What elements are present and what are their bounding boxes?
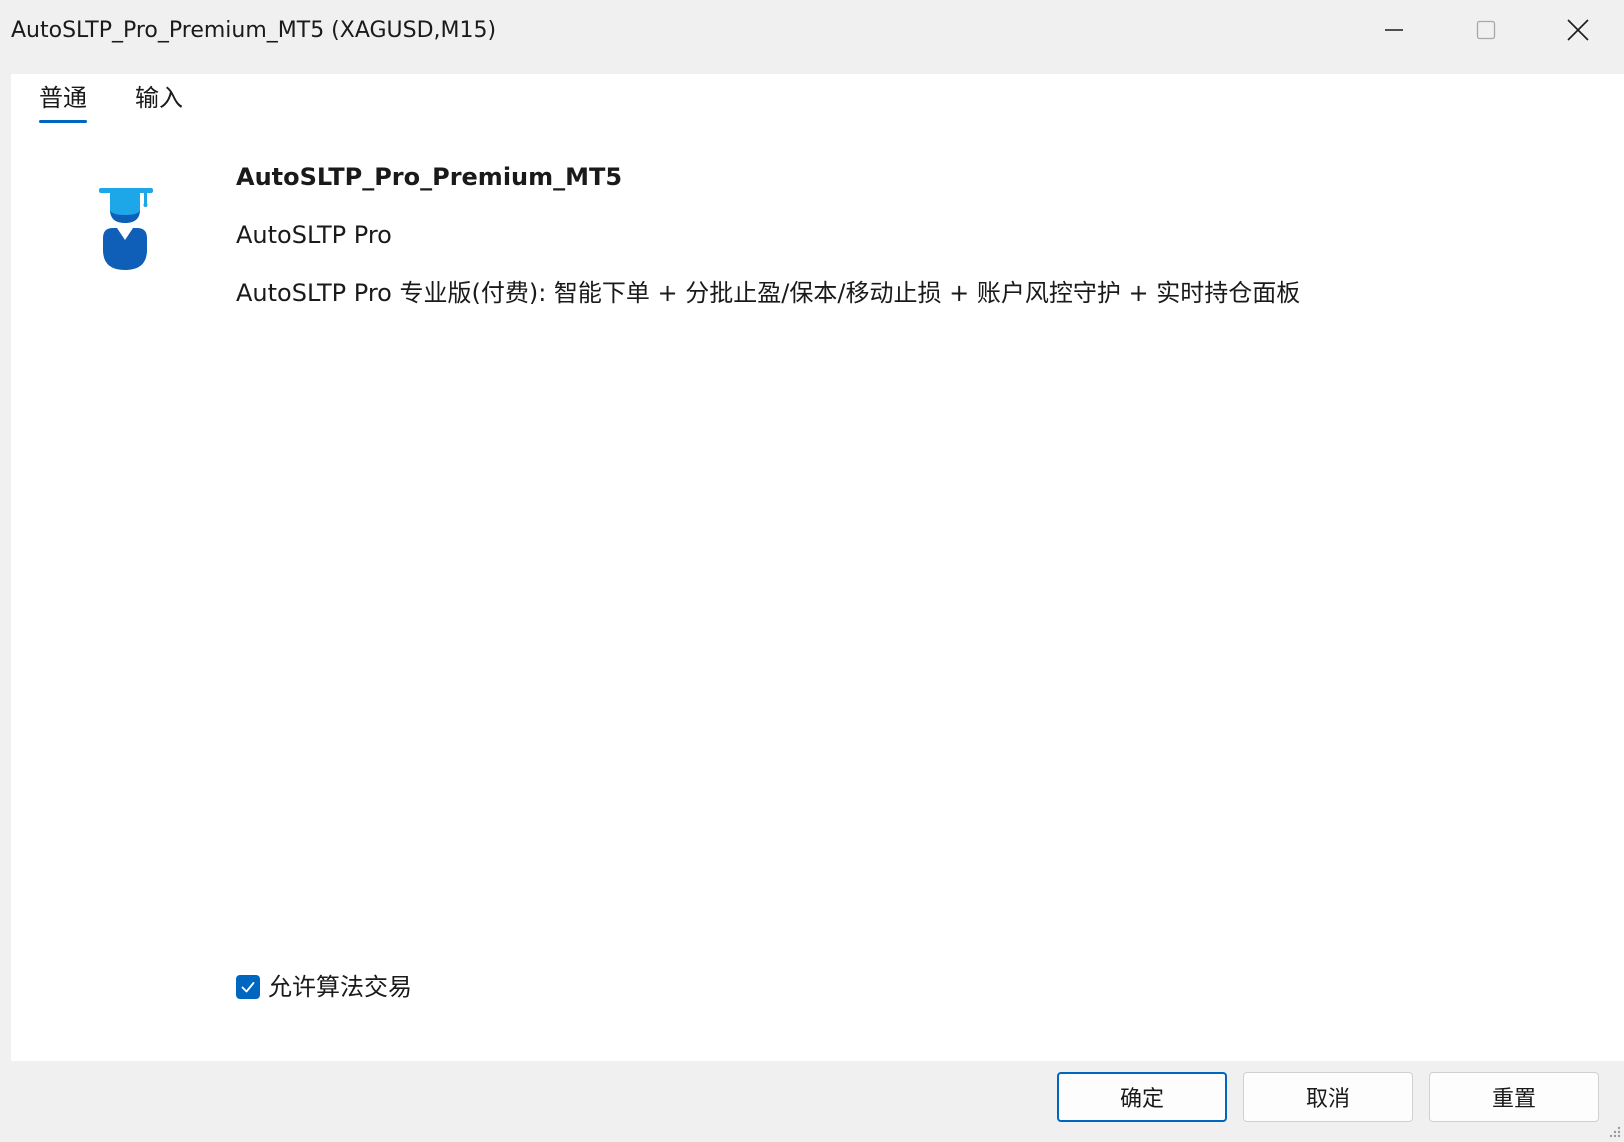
allow-algo-trading-checkbox[interactable]: 允许算法交易 xyxy=(236,970,412,1004)
tab-general[interactable]: 普通 xyxy=(39,80,87,123)
window-title: AutoSLTP_Pro_Premium_MT5 (XAGUSD,M15) xyxy=(11,18,497,43)
minimize-icon xyxy=(1385,29,1403,31)
graduate-user-icon xyxy=(99,188,153,270)
maximize-button[interactable] xyxy=(1440,0,1532,60)
reset-button[interactable]: 重置 xyxy=(1429,1072,1599,1122)
maximize-icon xyxy=(1476,20,1496,40)
cancel-button[interactable]: 取消 xyxy=(1243,1072,1413,1122)
expert-description: AutoSLTP Pro 专业版(付费): 智能下单 + 分批止盈/保本/移动止… xyxy=(236,279,1301,307)
close-button[interactable] xyxy=(1532,0,1624,60)
minimize-button[interactable] xyxy=(1348,0,1440,60)
allow-algo-trading-label: 允许算法交易 xyxy=(268,973,412,1001)
title-bar: AutoSLTP_Pro_Premium_MT5 (XAGUSD,M15) xyxy=(0,0,1624,64)
expert-short-name: AutoSLTP Pro xyxy=(236,221,392,249)
dialog-window: AutoSLTP_Pro_Premium_MT5 (XAGUSD,M15) 普通… xyxy=(0,0,1624,1142)
tab-inputs[interactable]: 输入 xyxy=(135,80,183,116)
resize-grip-icon[interactable] xyxy=(1606,1124,1622,1140)
expert-name: AutoSLTP_Pro_Premium_MT5 xyxy=(236,163,623,191)
close-icon xyxy=(1567,19,1589,41)
ok-button[interactable]: 确定 xyxy=(1057,1072,1227,1122)
content-panel: 普通 输入 AutoSLTP_Pro_Premium_MT5 AutoSLTP … xyxy=(11,74,1624,1061)
checkbox-box[interactable] xyxy=(236,975,260,999)
checkmark-icon xyxy=(241,982,255,993)
